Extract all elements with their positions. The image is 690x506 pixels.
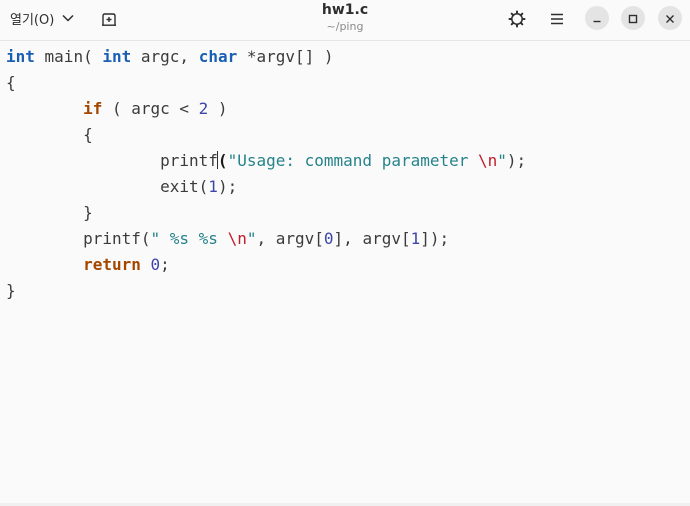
code-editor[interactable]: int main( int argc, char *argv[] ) { if … [0, 42, 690, 500]
close-button[interactable] [658, 6, 682, 30]
code-token: *argv[] ) [237, 47, 334, 66]
type-keyword: char [198, 47, 238, 66]
maximize-icon [628, 9, 638, 28]
code-line: if ( argc < 2 ) [6, 99, 228, 118]
code-token: } [83, 203, 93, 222]
new-tab-icon[interactable] [99, 9, 119, 29]
number-literal: 2 [198, 99, 209, 118]
code-token: argc, [131, 47, 199, 66]
code-token: main( [34, 47, 103, 66]
code-token: ( argc < [102, 99, 199, 118]
string-literal: "Usage: command parameter [227, 151, 479, 170]
string-literal: " [497, 151, 507, 170]
header-bar: 열기(O) hw1.c ~/ping [0, 0, 690, 41]
code-line: } [6, 203, 93, 222]
code-line: int main( int argc, char *argv[] ) [6, 47, 334, 66]
escape-sequence: \n [227, 229, 247, 248]
open-button[interactable]: 열기(O) [0, 5, 80, 31]
window-subtitle: ~/ping [326, 20, 364, 33]
number-literal: 1 [410, 229, 421, 248]
code-token: , argv[ [256, 229, 324, 248]
code-text: int main( int argc, char *argv[] ) { if … [6, 44, 526, 304]
window-title-area: hw1.c ~/ping [245, 1, 445, 34]
hamburger-menu-icon[interactable] [545, 7, 569, 31]
code-token: exit( [160, 177, 209, 196]
close-icon [665, 9, 675, 28]
code-token: { [83, 125, 93, 144]
code-token: ]); [420, 229, 450, 248]
type-keyword: int [102, 47, 132, 66]
code-line: { [6, 73, 16, 92]
minimize-button[interactable] [585, 6, 609, 30]
number-literal: 0 [323, 229, 334, 248]
code-token: ); [217, 177, 238, 196]
string-literal: " %s %s [150, 229, 228, 248]
code-token: ) [208, 99, 228, 118]
code-token: } [6, 281, 16, 300]
code-token: printf [160, 151, 218, 170]
chevron-down-icon [62, 14, 74, 22]
code-token: { [6, 73, 16, 92]
code-line: exit(1); [6, 177, 237, 196]
window-title: hw1.c [321, 2, 369, 18]
code-token: printf( [83, 229, 151, 248]
control-keyword: return [83, 255, 141, 274]
number-literal: 1 [208, 177, 218, 196]
escape-sequence: \n [478, 151, 498, 170]
code-line: } [6, 281, 16, 300]
code-line: return 0; [6, 255, 170, 274]
code-token: ], argv[ [333, 229, 411, 248]
code-line: printf("Usage: command parameter \n"); [6, 151, 526, 170]
control-keyword: if [83, 99, 103, 118]
matched-bracket: ( [217, 151, 228, 170]
open-button-label: 열기(O) [10, 12, 55, 28]
type-keyword: int [6, 47, 35, 66]
minimize-icon [592, 9, 602, 28]
maximize-button[interactable] [621, 6, 645, 30]
code-token: ; [160, 255, 170, 274]
number-literal: 0 [150, 255, 161, 274]
code-token: ); [506, 151, 527, 170]
settings-gear-icon[interactable] [505, 7, 529, 31]
code-line: { [6, 125, 93, 144]
code-line: printf(" %s %s \n", argv[0], argv[1]); [6, 229, 449, 248]
